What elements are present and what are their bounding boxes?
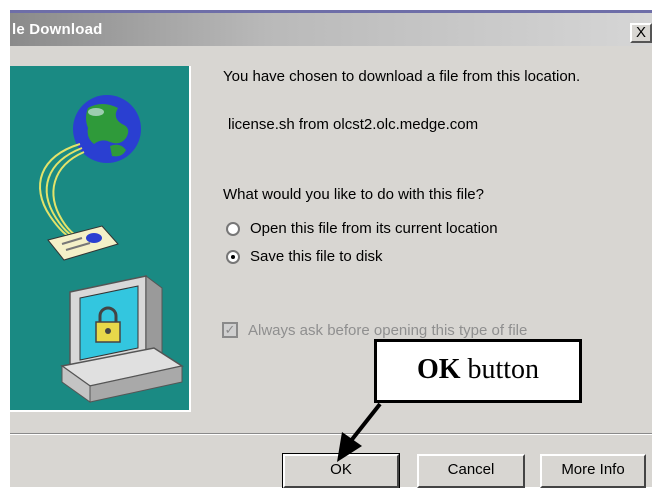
- ok-button-callout: OK button: [374, 339, 582, 403]
- always-ask-label[interactable]: Always ask before opening this type of f…: [248, 322, 527, 339]
- open-file-label[interactable]: Open this file from its current location: [250, 220, 498, 237]
- file-source-text: license.sh from olcst2.olc.medge.com: [228, 116, 479, 133]
- download-message: You have chosen to download a file from …: [223, 68, 581, 85]
- close-button[interactable]: X: [630, 23, 652, 43]
- close-icon: X: [635, 24, 646, 41]
- more-info-button[interactable]: More Info: [540, 454, 646, 488]
- computer-icon: [60, 275, 184, 403]
- cancel-button[interactable]: Cancel: [417, 454, 525, 488]
- question-text: What would you like to do with this file…: [223, 186, 484, 203]
- open-file-radio[interactable]: [226, 222, 240, 236]
- title-bar[interactable]: le Download X: [10, 10, 652, 46]
- always-ask-checkbox[interactable]: ✓: [222, 322, 238, 338]
- document-icon: [47, 225, 119, 261]
- callout-rest: button: [460, 354, 540, 385]
- save-file-radio[interactable]: [226, 250, 240, 264]
- callout-bold: OK: [416, 354, 461, 385]
- download-illustration-art: [39, 95, 184, 403]
- file-download-dialog: le Download X You have chosen to downloa…: [10, 10, 652, 488]
- download-illustration: [10, 66, 191, 412]
- ok-button[interactable]: OK: [282, 453, 400, 488]
- save-file-label[interactable]: Save this file to disk: [250, 248, 383, 265]
- separator: [10, 433, 652, 435]
- window-title: le Download: [12, 21, 103, 38]
